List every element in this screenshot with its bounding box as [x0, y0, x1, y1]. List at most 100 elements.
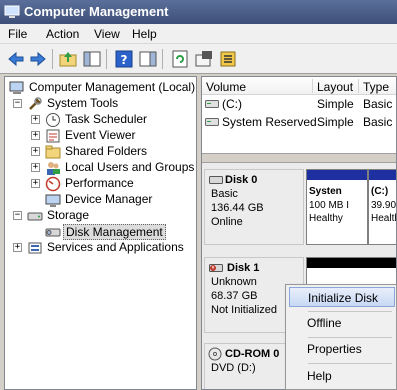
computer-management-icon: [4, 5, 20, 18]
shared-folder-icon: [45, 145, 61, 159]
column-header-volume[interactable]: Volume: [206, 80, 246, 94]
tree-item-disk-management[interactable]: Disk Management: [45, 224, 194, 240]
disk-name: Disk 0: [225, 174, 258, 186]
volume-name: System Reserved: [222, 115, 317, 129]
tree-item-storage[interactable]: − Storage: [13, 208, 193, 224]
partition-status: Healthy: [371, 213, 396, 224]
services-icon: [28, 242, 42, 254]
menu-item-help[interactable]: Help: [289, 366, 395, 386]
tree-label: Shared Folders: [65, 144, 148, 158]
disk-status: Not Initialized: [211, 304, 278, 316]
up-folder-icon[interactable]: [58, 49, 78, 69]
expand-toggle[interactable]: +: [31, 131, 40, 140]
properties-pane-icon[interactable]: [138, 49, 158, 69]
disk-type: DVD (D:): [211, 362, 256, 374]
menu-help[interactable]: Help: [132, 27, 157, 41]
svg-text:?: ?: [121, 53, 128, 67]
tree-item-performance[interactable]: + Performance: [31, 176, 194, 192]
properties-icon[interactable]: [194, 49, 214, 69]
expand-toggle[interactable]: +: [31, 147, 40, 156]
tree-label: System Tools: [47, 96, 119, 110]
forward-icon[interactable]: [28, 49, 48, 69]
menu-bar: File Action View Help: [0, 24, 397, 44]
menu-item-initialize-disk[interactable]: Initialize Disk: [289, 287, 395, 307]
column-divider[interactable]: [358, 79, 359, 93]
pane-splitter[interactable]: [202, 153, 396, 163]
clock-icon: [46, 113, 60, 127]
toolbar-separator: [106, 49, 107, 69]
menu-separator: [308, 311, 392, 312]
menu-action[interactable]: Action: [46, 27, 79, 41]
disk-size: 68.37 GB: [211, 290, 258, 302]
expand-toggle[interactable]: +: [31, 115, 40, 124]
tree-label: Event Viewer: [65, 128, 136, 142]
volume-type: Basic: [363, 115, 393, 129]
expand-toggle[interactable]: +: [31, 179, 40, 188]
volume-list-header: Volume Layout Type: [202, 77, 396, 95]
partition-bar: [307, 170, 367, 180]
volume-row[interactable]: System Reserved Simple Basic: [202, 113, 396, 131]
partition-name: Systen: [309, 186, 342, 197]
refresh-icon[interactable]: [170, 49, 190, 69]
drive-icon: [205, 118, 219, 126]
unallocated-bar: [307, 258, 396, 268]
cd-drive-icon: [208, 347, 222, 361]
disk-name: Disk 1: [227, 262, 260, 274]
collapse-toggle[interactable]: −: [13, 99, 22, 108]
disk-status: Online: [211, 216, 243, 228]
column-divider[interactable]: [312, 79, 313, 93]
performance-icon: [45, 176, 61, 192]
export-list-icon[interactable]: [218, 49, 238, 69]
console-tree: Computer Management (Local) − System Too…: [4, 76, 197, 390]
tree-item-local-users-and-groups[interactable]: + Local Users and Groups: [31, 160, 194, 176]
partition-status: Healthy: [309, 213, 343, 224]
tree-label: Services and Applications: [47, 240, 184, 254]
tree-item-services-and-applications[interactable]: + Services and Applications: [13, 240, 193, 256]
users-icon: [47, 162, 60, 175]
help-icon[interactable]: ?: [114, 49, 134, 69]
volume-row[interactable]: (C:) Simple Basic: [202, 95, 396, 113]
column-header-layout[interactable]: Layout: [317, 80, 353, 94]
tree-label: Task Scheduler: [65, 112, 148, 126]
disk-0-label[interactable]: Disk 0 Basic 136.44 GB Online: [204, 169, 304, 245]
partition-bar: [369, 170, 396, 180]
menu-item-offline[interactable]: Offline: [289, 313, 395, 333]
back-icon[interactable]: [6, 49, 26, 69]
show-hide-tree-icon[interactable]: [82, 49, 102, 69]
menu-item-properties[interactable]: Properties: [289, 339, 395, 359]
tree-item-computer-management[interactable]: Computer Management (Local): [9, 80, 195, 96]
tree-item-task-scheduler[interactable]: + Task Scheduler: [31, 112, 194, 128]
disk-size: 136.44 GB: [211, 202, 264, 214]
tree-item-device-manager[interactable]: Device Manager: [45, 192, 194, 208]
toolbar-separator: [52, 49, 53, 69]
tree-label: Local Users and Groups: [65, 160, 195, 174]
tree-item-system-tools[interactable]: − System Tools: [13, 96, 193, 112]
computer-icon: [9, 81, 24, 94]
partition-size: 39.90: [371, 200, 397, 211]
context-menu: Initialize Disk Offline Properties Help: [285, 284, 397, 390]
partition-system-reserved[interactable]: Systen 100 MB I Healthy: [306, 169, 368, 245]
disk-icon: [209, 176, 223, 184]
toolbar: ?: [0, 44, 397, 74]
expand-toggle[interactable]: +: [13, 243, 22, 252]
volume-type: Basic: [363, 97, 393, 111]
tree-item-event-viewer[interactable]: + Event Viewer: [31, 128, 194, 144]
toolbar-separator: [162, 49, 163, 69]
partition-c[interactable]: (C:) 39.90 Healthy: [368, 169, 397, 245]
collapse-toggle[interactable]: −: [13, 211, 22, 220]
menu-view[interactable]: View: [94, 27, 120, 41]
disk-not-initialized-icon: [209, 264, 223, 272]
volume-layout: Simple: [317, 115, 354, 129]
tree-label: Device Manager: [65, 192, 153, 206]
drive-icon: [205, 100, 219, 108]
storage-icon: [27, 212, 43, 221]
column-header-type[interactable]: Type: [363, 80, 389, 94]
tree-label: Disk Management: [63, 224, 166, 240]
menu-separator: [308, 363, 392, 364]
title-bar: Computer Management: [0, 0, 397, 24]
menu-file[interactable]: File: [8, 27, 27, 41]
expand-toggle[interactable]: +: [31, 163, 40, 172]
volume-name: (C:): [222, 97, 242, 111]
tree-label: Performance: [65, 176, 134, 190]
tree-item-shared-folders[interactable]: + Shared Folders: [31, 144, 194, 160]
